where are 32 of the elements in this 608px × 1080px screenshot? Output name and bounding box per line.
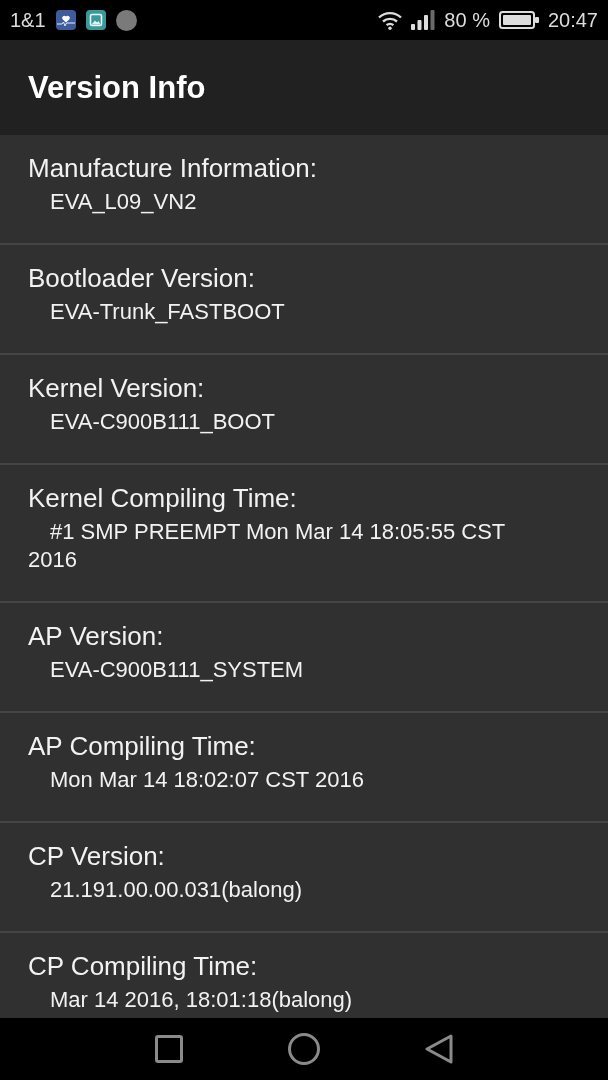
square-icon xyxy=(155,1035,183,1063)
info-label: CP Compiling Time: xyxy=(28,950,259,982)
screen-title: Version Info xyxy=(28,68,206,107)
info-value: Mon Mar 14 18:02:07 CST 2016 xyxy=(49,766,365,794)
info-label: Kernel Version: xyxy=(28,372,206,404)
info-value: #1 SMP PREEMPT Mon Mar 14 18:05:55 CST 2016 xyxy=(28,518,506,574)
clock-time: 20:47 xyxy=(547,8,598,32)
battery-icon xyxy=(498,11,539,29)
back-icon xyxy=(425,1034,453,1064)
info-label: Bootloader Version: xyxy=(28,262,256,294)
info-value: EVA-C900B111_BOOT xyxy=(49,408,276,436)
info-value: EVA-Trunk_FASTBOOT xyxy=(49,298,286,326)
info-label: CP Version: xyxy=(28,840,166,872)
gallery-icon xyxy=(85,10,106,30)
home-button[interactable] xyxy=(288,1033,320,1065)
avatar-icon xyxy=(115,9,137,31)
recent-apps-button[interactable] xyxy=(155,1035,183,1063)
info-value: 21.191.00.00.031(balong) xyxy=(49,876,303,904)
info-label: Kernel Compiling Time: xyxy=(28,482,298,514)
info-value: EVA-C900B111_SYSTEM xyxy=(49,656,305,684)
info-value: Mar 14 2016, 18:01:18(balong) xyxy=(49,986,354,1014)
wifi-icon xyxy=(378,10,403,30)
carrier-name: 1&1 xyxy=(10,8,46,32)
info-value: EVA_L09_VN2 xyxy=(49,188,198,216)
back-button[interactable] xyxy=(425,1034,453,1064)
heart-rate-icon xyxy=(55,10,76,30)
circle-icon xyxy=(288,1033,320,1065)
battery-percentage: 80 % xyxy=(444,8,490,32)
info-label: AP Version: xyxy=(28,620,165,652)
info-label: Manufacture Information: xyxy=(28,152,319,184)
info-label: AP Compiling Time: xyxy=(28,730,257,762)
signal-icon xyxy=(411,10,436,30)
